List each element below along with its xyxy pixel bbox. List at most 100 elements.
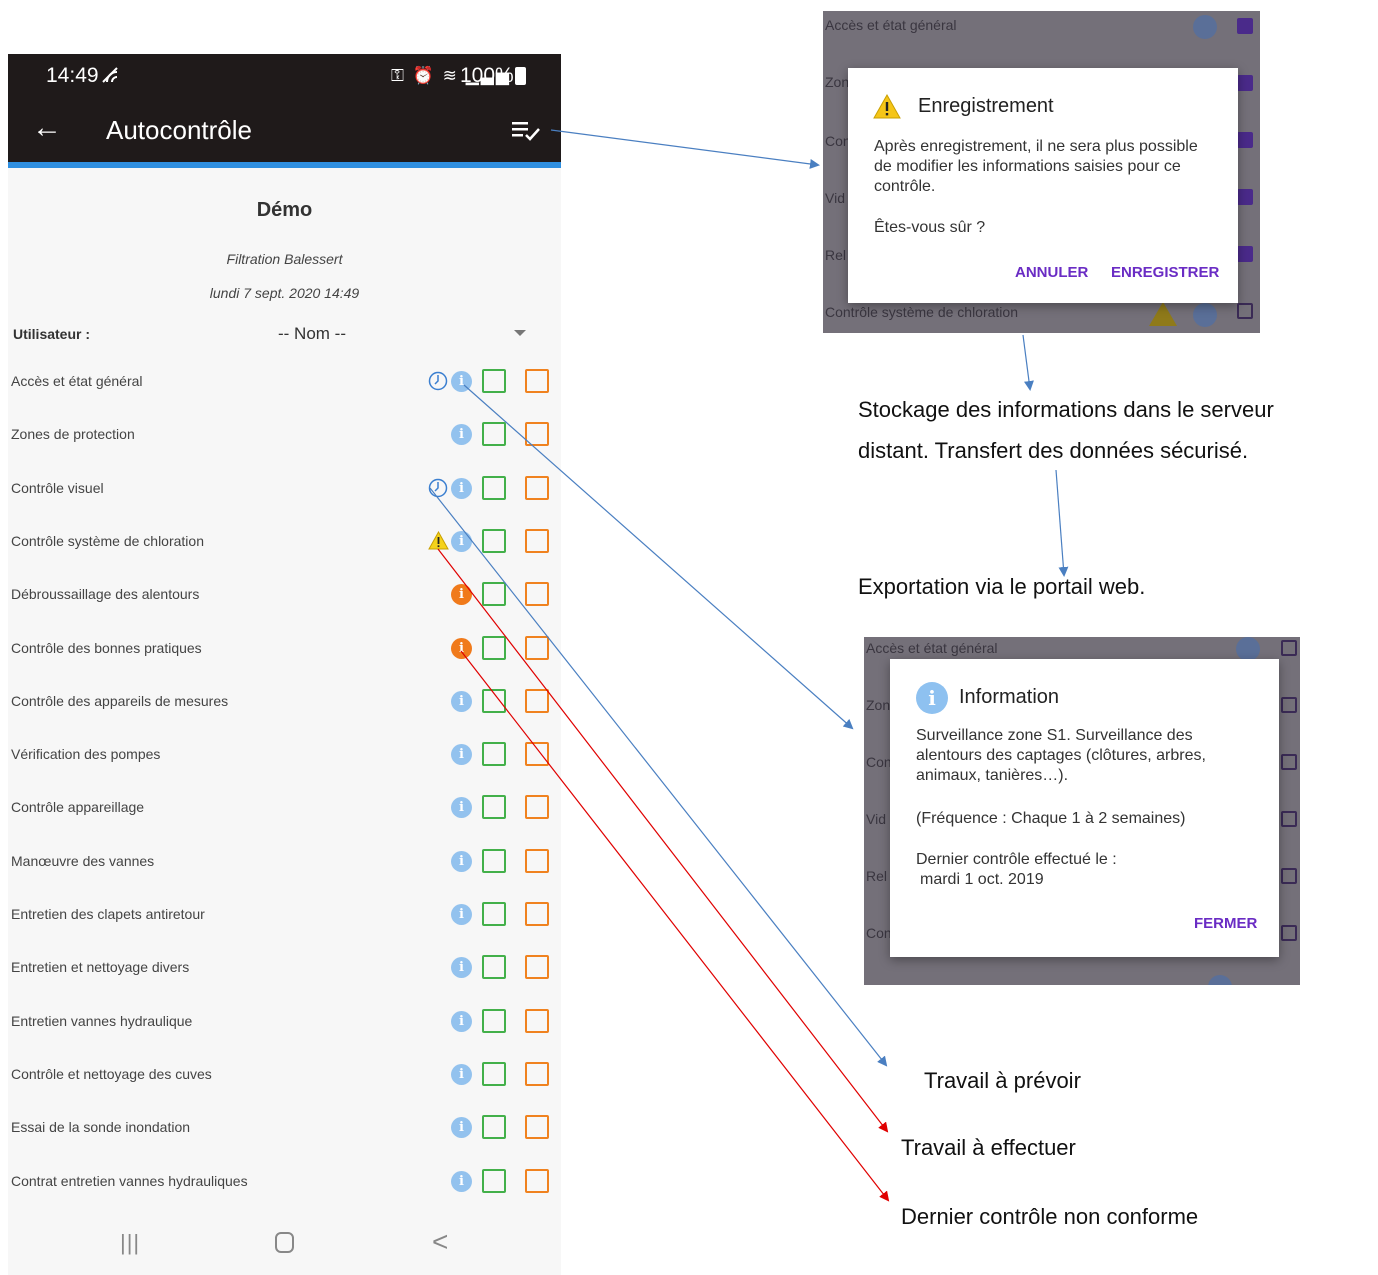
info-icon[interactable]: i [451,1011,472,1032]
conform-checkbox[interactable] [482,1115,506,1139]
conform-checkbox[interactable] [482,529,506,553]
control-row-label: Contrôle appareillage [11,799,145,815]
bg-row-label: Con [825,133,851,149]
control-row[interactable]: Accès et état général i [8,362,561,402]
annotation-work-todo: Travail à effectuer [901,1135,1076,1160]
checkbox [1281,811,1297,827]
key-icon: ⚿ [391,66,406,85]
nonconform-checkbox[interactable] [525,582,549,606]
annotation-storage-2: distant. Transfert des données sécurisé. [858,438,1249,463]
info-icon[interactable]: i [451,1171,472,1192]
control-row[interactable]: Essai de la sonde inondation i [8,1108,561,1148]
bg-row-label: Zon [866,697,891,713]
checkbox [1281,925,1297,941]
info-icon[interactable]: i [451,424,472,445]
info-icon[interactable]: i [451,797,472,818]
home-icon[interactable] [275,1232,294,1253]
control-row[interactable]: Contrôle des bonnes pratiques i [8,629,561,669]
conform-checkbox[interactable] [482,636,506,660]
user-select[interactable]: -- Nom -- [278,324,346,344]
arrow-left-icon[interactable]: ← [32,111,62,145]
conform-checkbox[interactable] [482,955,506,979]
nonconform-checkbox[interactable] [525,1115,549,1139]
control-row[interactable]: Débroussaillage des alentours i [8,575,561,615]
info-icon[interactable]: i [451,531,472,552]
conform-checkbox[interactable] [482,1169,506,1193]
conform-checkbox[interactable] [482,902,506,926]
control-row-label: Zones de protection [11,426,135,442]
conform-checkbox[interactable] [482,1009,506,1033]
conform-checkbox[interactable] [482,849,506,873]
conform-checkbox[interactable] [482,742,506,766]
info-icon[interactable]: i [451,691,472,712]
bg-row-label: Vid [866,811,886,827]
info-icon[interactable]: i [451,478,472,499]
control-row[interactable]: Zones de protection i [8,415,561,455]
info-icon[interactable]: i [451,371,472,392]
control-row-label: Entretien des clapets antiretour [11,906,205,922]
nonconform-checkbox[interactable] [525,529,549,553]
save-button[interactable]: ENREGISTRER [1111,264,1219,281]
info-icon[interactable]: i [451,904,472,925]
nonconform-checkbox[interactable] [525,422,549,446]
control-row[interactable]: Contrôle des appareils de mesures i [8,682,561,722]
conform-checkbox[interactable] [482,369,506,393]
warning-icon[interactable] [428,531,449,550]
control-row[interactable]: Entretien vannes hydraulique i [8,1002,561,1042]
nonconform-checkbox[interactable] [525,689,549,713]
nonconform-checkbox[interactable] [525,849,549,873]
control-row-label: Essai de la sonde inondation [11,1119,191,1135]
conform-checkbox[interactable] [482,582,506,606]
clock-icon[interactable] [428,478,448,498]
info-dialog: i Information Surveillance zone S1. Surv… [890,659,1279,957]
recent-apps-icon[interactable]: ||| [120,1230,140,1256]
control-row[interactable]: Contrôle appareillage i [8,788,561,828]
info-icon[interactable]: i [451,744,472,765]
conform-checkbox[interactable] [482,422,506,446]
conform-checkbox[interactable] [482,795,506,819]
alarm-icon: ⏰ [412,66,436,85]
close-button[interactable]: FERMER [1194,915,1257,932]
info-icon[interactable]: i [451,1064,472,1085]
info-dialog-screenshot: Accès et état général Zon Con Vid Rel Co… [864,637,1300,985]
dialog-message: Après enregistrement, il ne sera plus po… [874,138,1198,195]
control-row[interactable]: Contrat entretien vannes hydrauliques i [8,1162,561,1202]
checkbox-checked [1237,18,1253,34]
control-row[interactable]: Entretien des clapets antiretour i [8,895,561,935]
nonconform-checkbox[interactable] [525,476,549,500]
control-row-label: Accès et état général [11,373,143,389]
control-row[interactable]: Manœuvre des vannes i [8,842,561,882]
conform-checkbox[interactable] [482,1062,506,1086]
control-row[interactable]: Contrôle et nettoyage des cuves i [8,1055,561,1095]
checkbox [1237,303,1253,319]
info-icon[interactable]: i [451,851,472,872]
bg-row-label: Con [866,925,892,941]
nonconform-checkbox[interactable] [525,902,549,926]
clock-icon[interactable] [428,371,448,391]
nonconform-checkbox[interactable] [525,636,549,660]
control-row[interactable]: Contrôle visuel i [8,469,561,509]
control-row[interactable]: Contrôle système de chloration i [8,522,561,562]
list-check-icon[interactable] [512,120,542,142]
chevron-down-icon[interactable] [514,330,526,336]
info-icon[interactable]: i [451,957,472,978]
nonconform-checkbox[interactable] [525,369,549,393]
control-row[interactable]: Entretien et nettoyage divers i [8,948,561,988]
back-nav-icon[interactable]: < [432,1226,448,1258]
control-row[interactable]: Vérification des pompes i [8,735,561,775]
dialog-message: Surveillance zone S1. Surveillance des a… [916,727,1206,784]
nonconform-checkbox[interactable] [525,1009,549,1033]
conform-checkbox[interactable] [482,689,506,713]
info-icon[interactable]: i [451,584,472,605]
save-confirm-dialog: Enregistrement Après enregistrement, il … [848,68,1238,303]
conform-checkbox[interactable] [482,476,506,500]
nonconform-checkbox[interactable] [525,1062,549,1086]
info-icon[interactable]: i [451,638,472,659]
info-icon[interactable]: i [451,1117,472,1138]
nonconform-checkbox[interactable] [525,1169,549,1193]
checkbox-checked [1237,189,1253,205]
nonconform-checkbox[interactable] [525,795,549,819]
nonconform-checkbox[interactable] [525,955,549,979]
cancel-button[interactable]: ANNULER [1015,264,1088,281]
nonconform-checkbox[interactable] [525,742,549,766]
